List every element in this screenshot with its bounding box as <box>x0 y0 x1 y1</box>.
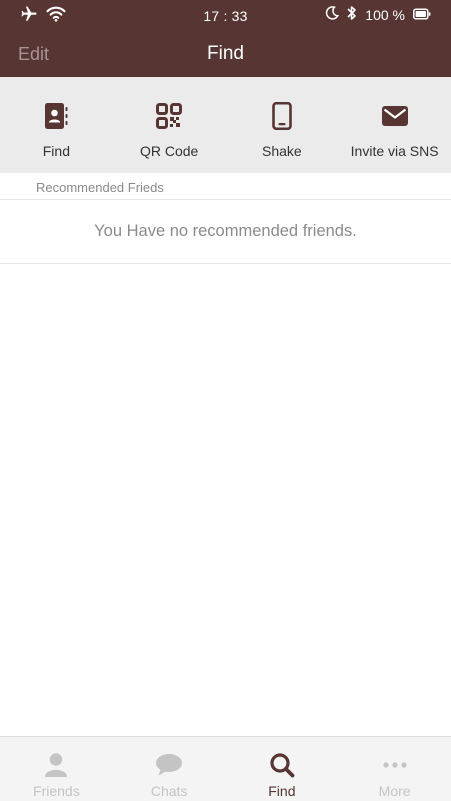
tab-chats[interactable]: Chats <box>113 737 226 801</box>
moon-icon <box>325 6 340 23</box>
find-option-find[interactable]: Find <box>0 77 113 173</box>
recommended-section-header: Recommended Frieds <box>0 173 451 200</box>
tab-friends[interactable]: Friends <box>0 737 113 801</box>
find-option-invite-sns[interactable]: Invite via SNS <box>338 77 451 173</box>
address-book-icon <box>43 101 69 131</box>
tab-find-label: Find <box>268 783 296 799</box>
qr-code-icon <box>156 101 183 131</box>
tab-find[interactable]: Find <box>226 737 339 801</box>
status-right: 100 % <box>325 5 431 24</box>
bottom-tab-bar: Friends Chats Find More <box>0 736 451 801</box>
chat-bubble-icon <box>155 750 183 780</box>
tab-more-label: More <box>378 783 411 799</box>
recommended-empty-state: You Have no recommended friends. <box>0 200 451 264</box>
search-icon <box>269 750 295 780</box>
tab-friends-label: Friends <box>33 783 80 799</box>
phone-icon <box>272 101 292 131</box>
find-option-label: Find <box>42 143 70 159</box>
tab-chats-label: Chats <box>150 783 188 799</box>
more-dots-icon <box>383 750 407 780</box>
invite-sns-option-label: Invite via SNS <box>350 143 439 159</box>
empty-message: You Have no recommended friends. <box>94 222 357 240</box>
find-option-shake[interactable]: Shake <box>226 77 339 173</box>
status-bar: 17 : 33 100 % <box>0 0 451 30</box>
recommended-section-title: Recommended Frieds <box>36 180 164 195</box>
find-screen: 17 : 33 100 % Edit Find Find QR Code Sha… <box>0 0 451 801</box>
find-option-qr-code[interactable]: QR Code <box>113 77 226 173</box>
find-options: Find QR Code Shake Invite via SNS <box>0 77 451 173</box>
person-icon <box>44 750 68 780</box>
qr-code-option-label: QR Code <box>139 143 199 159</box>
header-bar: 17 : 33 100 % Edit Find <box>0 0 451 77</box>
shake-option-label: Shake <box>262 143 302 159</box>
page-title: Find <box>207 43 244 64</box>
nav-row: Edit Find <box>0 30 451 77</box>
tab-more[interactable]: More <box>338 737 451 801</box>
battery-percent: 100 % <box>365 6 405 23</box>
bluetooth-icon <box>347 5 357 24</box>
battery-icon <box>413 7 431 23</box>
envelope-icon <box>381 101 409 131</box>
